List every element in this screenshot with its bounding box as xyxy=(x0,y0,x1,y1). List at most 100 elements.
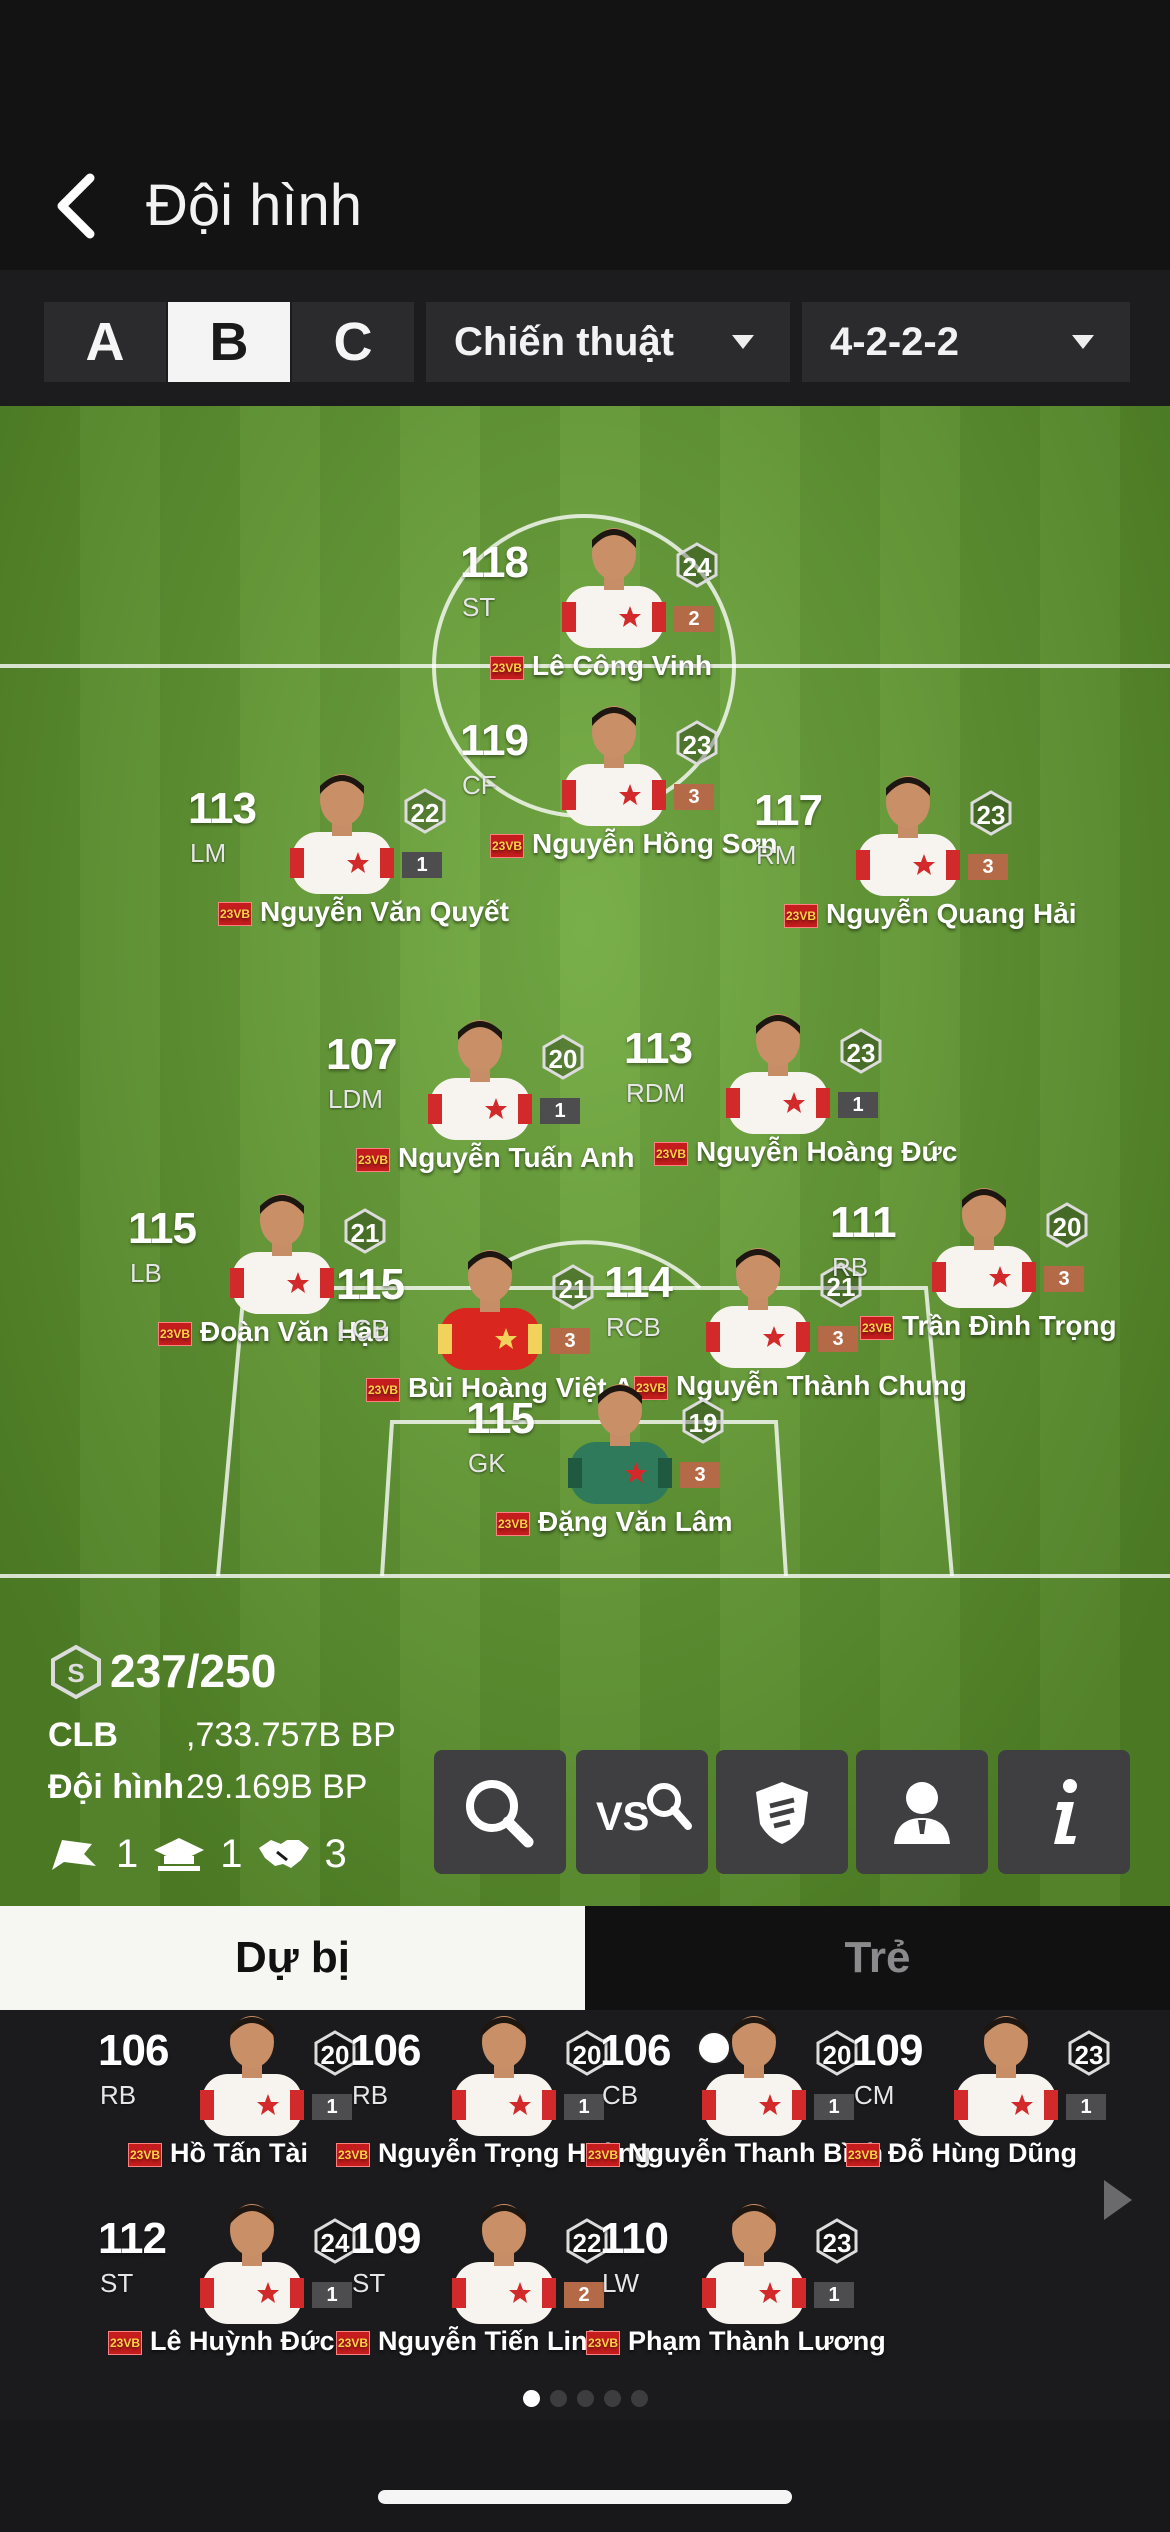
team-chemistry: 1 1 3 xyxy=(48,1830,347,1878)
season-tag: 23VB xyxy=(490,655,524,680)
season-tag: 23VB xyxy=(846,2142,880,2167)
level-badge: 19 xyxy=(680,1398,726,1444)
player-position: ST xyxy=(462,592,496,622)
tab-squad-c[interactable]: C xyxy=(292,302,414,382)
player-name-text: Nguyễn Thanh Bình xyxy=(628,2138,883,2168)
player-photo xyxy=(932,1188,1036,1308)
upgrade-grade: 3 xyxy=(680,1462,720,1488)
formation-dropdown[interactable]: 4-2-2-2 xyxy=(802,302,1130,382)
pager-dot[interactable] xyxy=(549,2390,567,2407)
club-value: ,733.757B BP xyxy=(186,1716,396,1754)
tab-squad-b[interactable]: B xyxy=(168,302,290,382)
player-name: 23VB Đỗ Hùng Dũng xyxy=(846,2138,1077,2169)
search-button[interactable] xyxy=(434,1750,566,1874)
player-name-text: Đặng Văn Lâm xyxy=(538,1506,733,1537)
level-badge: 20 xyxy=(540,1034,586,1080)
player-name-text: Hồ Tấn Tài xyxy=(170,2138,309,2168)
pager-dot[interactable] xyxy=(630,2390,648,2407)
player-rating: 115 xyxy=(336,1260,405,1309)
player-card[interactable]: 115 GK 19 3 23VB Đặng Văn Lâm xyxy=(466,1376,786,1606)
upgrade-grade: 1 xyxy=(540,1098,580,1124)
level-value: 20 xyxy=(1052,1212,1082,1242)
home-indicator xyxy=(378,2490,792,2504)
pager-dot[interactable] xyxy=(603,2390,621,2407)
player-name-text: Trần Đình Trọng xyxy=(902,1310,1117,1341)
player-photo xyxy=(452,2016,556,2136)
player-card[interactable]: 113 LM 22 1 23VB Nguyễn Văn Quyết xyxy=(188,766,509,996)
tactic-dropdown-label: Chiến thuật xyxy=(454,320,674,364)
player-photo xyxy=(954,2016,1058,2136)
player-photo xyxy=(428,1020,532,1140)
player-name: 23VB Đặng Văn Lâm xyxy=(496,1506,732,1538)
pager-dot[interactable] xyxy=(576,2390,594,2407)
player-position: RB xyxy=(100,2080,137,2110)
level-value: 19 xyxy=(688,1408,718,1438)
upgrade-grade: 3 xyxy=(674,784,714,810)
level-badge: 20 xyxy=(1044,1202,1090,1248)
player-position: RB xyxy=(832,1252,869,1282)
player-photo xyxy=(452,2204,556,2324)
bench-tabs: Dự bị Trẻ xyxy=(0,1906,1170,2010)
tab-squad-a[interactable]: A xyxy=(44,302,166,382)
level-badge: 23 xyxy=(814,2218,860,2264)
player-photo xyxy=(726,1014,830,1134)
info-button[interactable] xyxy=(998,1750,1130,1874)
upgrade-grade: 3 xyxy=(1044,1266,1084,1292)
bench-pager xyxy=(0,2390,1170,2410)
tactic-dropdown[interactable]: Chiến thuật xyxy=(426,302,790,382)
upgrade-grade: 1 xyxy=(312,2282,352,2308)
player-rating: 106 xyxy=(98,2026,169,2075)
player-card[interactable]: 119 CF 23 3 23VB Nguyễn Hồng Sơn xyxy=(460,698,780,928)
player-rating: 109 xyxy=(350,2214,421,2263)
upgrade-grade: 3 xyxy=(968,854,1008,880)
player-rating: 109 xyxy=(852,2026,923,2075)
player-rating: 115 xyxy=(128,1204,197,1253)
player-position: RB xyxy=(352,2080,389,2110)
player-rating: 119 xyxy=(460,716,529,765)
bench-list: 106 RB 20 1 23VB Hồ Tấn Tài 106 RB 20 1 … xyxy=(0,2010,1170,2420)
player-position: LB xyxy=(130,1258,162,1288)
pager-dot[interactable] xyxy=(522,2390,540,2407)
player-position: ST xyxy=(352,2268,386,2298)
player-card[interactable]: 117 RM 23 3 23VB Nguyễn Quang Hải xyxy=(754,768,1076,998)
player-position: LDM xyxy=(328,1084,383,1114)
squad-value-label: Đội hình xyxy=(48,1768,184,1806)
season-tag: 23VB xyxy=(366,1377,400,1402)
level-badge: 23 xyxy=(1066,2030,1112,2076)
team-shield-button[interactable] xyxy=(716,1750,848,1874)
tab-reserves[interactable]: Dự bị xyxy=(0,1906,585,2010)
back-button[interactable] xyxy=(48,170,108,242)
handshake-count: 3 xyxy=(324,1831,347,1876)
player-photo xyxy=(706,1248,810,1368)
player-card[interactable]: 111 RB 20 3 23VB Trần Đình Trọng xyxy=(830,1180,1150,1410)
player-name: 23VB Trần Đình Trọng xyxy=(860,1310,1117,1342)
player-photo xyxy=(562,706,666,826)
player-name-text: Nguyễn Văn Quyết xyxy=(260,896,509,927)
season-tag: 23VB xyxy=(336,2330,370,2355)
season-tag: 23VB xyxy=(586,2330,620,2355)
player-position: ST xyxy=(100,2268,134,2298)
next-page-arrow-icon[interactable] xyxy=(1100,2176,1136,2224)
player-name: 23VB Nguyễn Tuấn Anh xyxy=(356,1142,634,1174)
coach-icon xyxy=(894,1782,950,1844)
level-badge: 21 xyxy=(550,1264,596,1310)
salary-value: 237/250 xyxy=(110,1645,277,1697)
coach-button[interactable] xyxy=(856,1750,988,1874)
player-name: 23VB Nguyễn Thanh Bình xyxy=(586,2138,883,2169)
tab-youth[interactable]: Trẻ xyxy=(585,1906,1170,2010)
upgrade-grade: 2 xyxy=(564,2282,604,2308)
svg-text:VS: VS xyxy=(596,1795,649,1839)
player-rating: 113 xyxy=(188,784,257,833)
chevron-left-icon xyxy=(57,173,95,239)
formation-dropdown-label: 4-2-2-2 xyxy=(830,320,959,364)
player-rating: 107 xyxy=(326,1030,397,1079)
player-name: 23VB Nguyễn Tiến Linh xyxy=(336,2326,604,2357)
player-position: GK xyxy=(468,1448,506,1478)
player-name-text: Đỗ Hùng Dũng xyxy=(888,2138,1077,2168)
upgrade-grade: 1 xyxy=(1066,2094,1106,2120)
upgrade-grade: 1 xyxy=(838,1092,878,1118)
player-name-text: Nguyễn Hoàng Đức xyxy=(696,1136,958,1167)
caret-down-icon xyxy=(1072,335,1094,349)
compare-button[interactable]: VS xyxy=(576,1750,708,1874)
player-photo xyxy=(702,2204,806,2324)
